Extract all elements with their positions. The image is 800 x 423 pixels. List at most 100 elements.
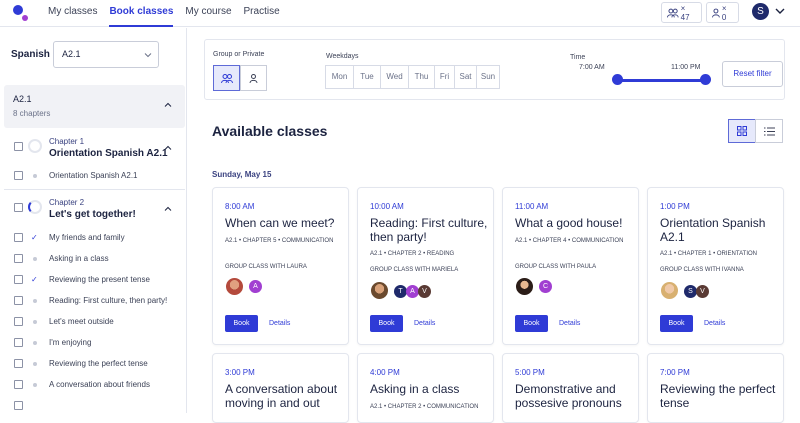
lesson-checkbox[interactable] (14, 401, 23, 410)
class-time: 3:00 PM (225, 368, 255, 377)
participant-badge: V (418, 285, 431, 298)
lesson-checkbox[interactable] (14, 254, 23, 263)
lesson-row[interactable]: Reading: First culture, then party! (0, 294, 187, 308)
lesson-checkbox[interactable] (14, 317, 23, 326)
class-time: 11:00 AM (515, 202, 549, 211)
chapter-1-header[interactable]: Chapter 1 Orientation Spanish A2.1 (0, 136, 187, 164)
divider (4, 189, 185, 190)
lesson-checkbox[interactable] (14, 296, 23, 305)
reset-filter-button[interactable]: Reset filter (722, 61, 783, 87)
class-time: 4:00 PM (370, 368, 400, 377)
class-teacher: GROUP CLASS WITH LAURA (225, 264, 307, 270)
lesson-row[interactable]: A conversation about friends (0, 378, 187, 392)
weekday-sun[interactable]: Sun (476, 65, 500, 89)
lesson-checkbox[interactable] (14, 233, 23, 242)
chapter-checkbox[interactable] (14, 142, 23, 151)
teacher-avatar (515, 277, 534, 296)
chapter-2-header[interactable]: Chapter 2 Let's get together! (0, 197, 187, 225)
user-avatar[interactable]: S (752, 3, 769, 20)
weekday-wed[interactable]: Wed (380, 65, 409, 89)
lesson-checkbox[interactable] (14, 359, 23, 368)
group-credits-counter[interactable]: × 47 (661, 2, 702, 23)
teacher-avatar (370, 281, 389, 300)
level-select-value: A2.1 (62, 49, 81, 59)
nav-book-classes[interactable]: Book classes (109, 0, 174, 27)
class-title: Asking in a class (370, 382, 460, 396)
chevron-up-icon (164, 102, 172, 107)
weekday-tue[interactable]: Tue (353, 65, 381, 89)
weekday-sat[interactable]: Sat (454, 65, 477, 89)
details-link[interactable]: Details (269, 315, 290, 332)
group-icon (667, 8, 679, 17)
details-link[interactable]: Details (704, 315, 725, 332)
class-time: 8:00 AM (225, 202, 255, 211)
time-slider-start-handle[interactable] (612, 74, 623, 85)
details-link[interactable]: Details (414, 315, 435, 332)
lesson-dot (33, 174, 37, 178)
lesson-checkbox[interactable] (14, 275, 23, 284)
logo-icon[interactable] (11, 3, 31, 23)
group-toggle[interactable] (213, 65, 240, 91)
time-start-label: 7:00 AM (579, 64, 605, 71)
weekday-mon[interactable]: Mon (325, 65, 354, 89)
class-card[interactable]: 1:00 PM Orientation Spanish A2.1 A2.1 • … (647, 187, 784, 345)
lesson-title: Let's meet outside (49, 317, 114, 326)
time-slider-end-handle[interactable] (700, 74, 711, 85)
chevron-down-icon (144, 53, 152, 58)
level-select[interactable]: A2.1 (53, 41, 159, 68)
participant-badge: A (249, 280, 262, 293)
chevron-up-icon[interactable] (164, 144, 172, 152)
lesson-title: A conversation about friends (49, 380, 150, 389)
nav-my-course[interactable]: My course (185, 0, 231, 27)
level-header[interactable]: A2.1 8 chapters (4, 85, 185, 128)
list-view-button[interactable] (755, 119, 783, 143)
weekday-thu[interactable]: Thu (408, 65, 435, 89)
class-card[interactable]: 10:00 AM Reading: First culture, then pa… (357, 187, 494, 345)
chevron-down-icon[interactable] (775, 6, 785, 16)
group-icon (220, 73, 233, 83)
book-button[interactable]: Book (660, 315, 693, 332)
lesson-checkbox[interactable] (14, 380, 23, 389)
lesson-checkbox[interactable] (14, 171, 23, 180)
lesson-dot (33, 320, 37, 324)
language-label: Spanish (11, 49, 50, 60)
lesson-dot (33, 257, 37, 261)
participant-badge: C (539, 280, 552, 293)
details-link[interactable]: Details (559, 315, 580, 332)
lesson-dot (33, 299, 37, 303)
class-card[interactable]: 11:00 AM What a good house! A2.1 • CHAPT… (502, 187, 639, 345)
nav-practise[interactable]: Practise (244, 0, 280, 27)
lesson-title: Reviewing the perfect tense (49, 359, 148, 368)
lesson-dot (33, 383, 37, 387)
lesson-row[interactable] (0, 399, 187, 413)
book-button[interactable]: Book (515, 315, 548, 332)
time-end-label: 11:00 PM (671, 64, 701, 71)
lesson-row[interactable]: ✓ Reviewing the present tense (0, 273, 187, 287)
lesson-row[interactable]: Reviewing the perfect tense (0, 357, 187, 371)
chevron-up-icon[interactable] (164, 205, 172, 213)
lesson-checkbox[interactable] (14, 338, 23, 347)
lesson-row[interactable]: Let's meet outside (0, 315, 187, 329)
class-meta: A2.1 • CHAPTER 2 • COMMUNICATION (370, 404, 479, 410)
private-credits-count: × 0 (721, 3, 727, 22)
book-button[interactable]: Book (370, 315, 403, 332)
class-card[interactable]: 8:00 AM When can we meet? A2.1 • CHAPTER… (212, 187, 349, 345)
private-credits-counter[interactable]: × 0 (706, 2, 739, 23)
grid-view-button[interactable] (728, 119, 756, 143)
nav-my-classes[interactable]: My classes (48, 0, 97, 27)
lesson-title: I'm enjoying (49, 338, 92, 347)
weekday-fri[interactable]: Fri (434, 65, 455, 89)
chapter-checkbox[interactable] (14, 203, 23, 212)
lesson-row[interactable]: Orientation Spanish A2.1 (0, 169, 187, 183)
lesson-row[interactable]: Asking in a class (0, 252, 187, 266)
book-button[interactable]: Book (225, 315, 258, 332)
lesson-title: Reviewing the present tense (49, 275, 150, 284)
class-time: 10:00 AM (370, 202, 404, 211)
teacher-avatar (660, 281, 679, 300)
class-title: Reading: First culture, then party! (370, 216, 488, 244)
list-icon (763, 127, 775, 135)
class-teacher: GROUP CLASS WITH IVANNA (660, 267, 744, 273)
lesson-row[interactable]: ✓ My friends and family (0, 231, 187, 245)
lesson-row[interactable]: I'm enjoying (0, 336, 187, 350)
private-toggle[interactable] (240, 65, 267, 91)
